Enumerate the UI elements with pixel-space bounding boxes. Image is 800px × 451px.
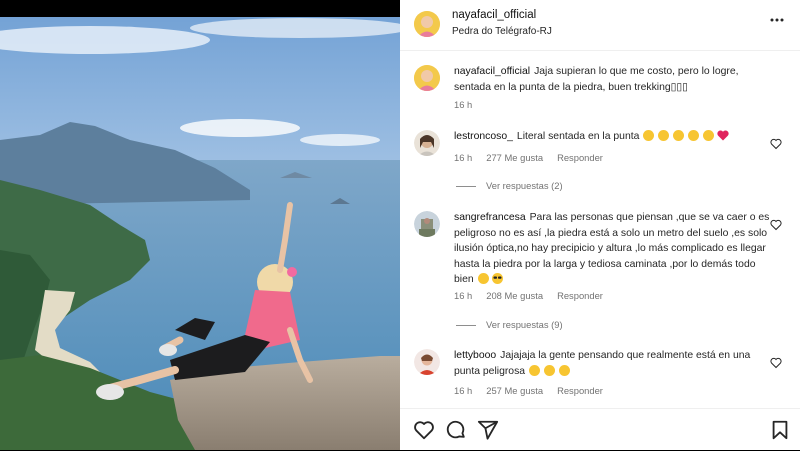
avatar-image — [414, 130, 440, 156]
comment-likes[interactable]: 208 Me gusta — [486, 290, 543, 301]
avatar-image — [414, 211, 440, 237]
laugh-emoji-icon — [643, 130, 655, 141]
laugh-emoji-icon — [673, 130, 685, 141]
view-replies-label: Ver respuestas (2) — [486, 180, 563, 191]
comment-meta: 16 h 277 Me gusta Responder — [454, 152, 617, 163]
comment-username[interactable]: lestroncoso_ — [454, 131, 513, 142]
comment-time: 16 h — [454, 290, 473, 301]
post-photo[interactable] — [0, 0, 400, 450]
post-action-bar — [400, 408, 800, 451]
like-comment-heart-icon[interactable] — [770, 356, 782, 369]
laugh-emoji-icon — [702, 130, 714, 141]
comment-time: 16 h — [454, 385, 473, 396]
photo-scene — [0, 0, 400, 450]
smirk-emoji-icon — [477, 273, 489, 284]
avatar-image — [414, 11, 440, 37]
comment-username[interactable]: lettybooo — [454, 350, 496, 361]
laugh-emoji-icon — [543, 364, 555, 376]
view-replies-button[interactable]: Ver respuestas (2) — [456, 180, 563, 191]
view-replies-label: Ver respuestas (9) — [486, 319, 563, 330]
laugh-emoji-icon — [528, 364, 540, 376]
comment-time: 16 h — [454, 152, 473, 163]
comments-panel: nayafacil_official Pedra do Telégrafo-RJ… — [400, 0, 800, 450]
comment-icon[interactable] — [445, 419, 467, 441]
replies-divider — [456, 186, 476, 188]
laugh-emoji-icon — [687, 130, 699, 141]
avatar[interactable] — [414, 130, 440, 156]
replies-divider — [456, 325, 476, 327]
like-comment-heart-icon[interactable] — [770, 218, 782, 231]
avatar-image — [414, 65, 440, 91]
comment-meta: 16 h 208 Me gusta Responder — [454, 290, 617, 301]
post-location[interactable]: Pedra do Telégrafo-RJ — [452, 26, 552, 37]
caption-time: 16 h — [454, 99, 473, 110]
avatar[interactable] — [414, 65, 440, 91]
comment-likes[interactable]: 257 Me gusta — [486, 385, 543, 396]
view-replies-button[interactable]: Ver respuestas (9) — [456, 319, 563, 330]
caption-meta: 16 h — [454, 99, 486, 110]
like-comment-heart-icon[interactable] — [770, 137, 782, 150]
caption-username[interactable]: nayafacil_official — [454, 66, 530, 77]
post-author-username[interactable]: nayafacil_official — [452, 9, 536, 21]
heart-icon[interactable] — [413, 419, 435, 441]
comment-text-block: lettybooo Jajajaja la gente pensando que … — [454, 348, 770, 379]
reply-button[interactable]: Responder — [557, 152, 603, 163]
comment-text: Jajajaja la gente pensando que realmente… — [454, 350, 751, 377]
post-header: nayafacil_official Pedra do Telégrafo-RJ — [400, 0, 800, 51]
laugh-emoji-icon — [658, 130, 670, 141]
avatar[interactable] — [414, 349, 440, 375]
more-options-icon[interactable] — [770, 13, 784, 32]
comment-meta: 16 h 257 Me gusta Responder — [454, 385, 617, 396]
reply-button[interactable]: Responder — [557, 385, 603, 396]
laugh-emoji-icon — [558, 364, 570, 376]
comment-text-block: sangrefrancesa Para las personas que pien… — [454, 210, 770, 288]
comment-text: Literal sentada en la punta — [516, 131, 640, 142]
comment-text-block: lestroncoso_ Literal sentada en la punta — [454, 129, 770, 147]
share-icon[interactable] — [477, 419, 499, 441]
comment-likes[interactable]: 277 Me gusta — [486, 152, 543, 163]
photo-top-bar — [0, 0, 400, 17]
caption-text-block: nayafacil_official Jaja supieran lo que m… — [454, 64, 770, 95]
avatar-image — [414, 349, 440, 375]
sunglasses-emoji-icon — [492, 273, 504, 284]
avatar[interactable] — [414, 211, 440, 237]
comment-username[interactable]: sangrefrancesa — [454, 212, 526, 223]
reply-button[interactable]: Responder — [557, 290, 603, 301]
avatar[interactable] — [414, 11, 440, 37]
bookmark-icon[interactable] — [769, 419, 791, 441]
red-heart-emoji-icon — [717, 130, 729, 147]
